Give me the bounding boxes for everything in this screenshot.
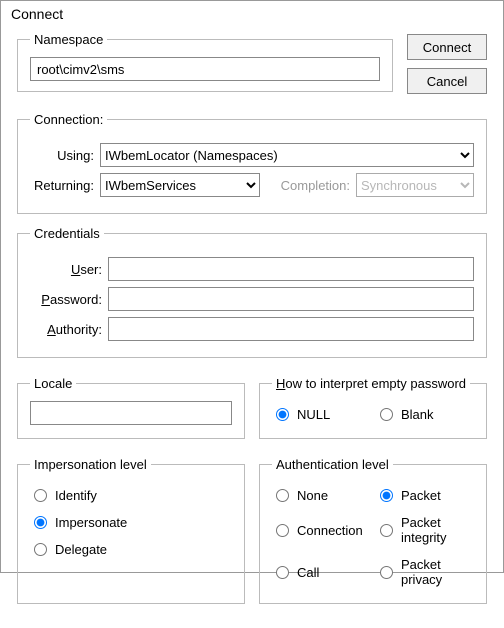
completion-select: Synchronous — [356, 173, 474, 197]
impersonation-group: Impersonation level Identify Impersonate… — [17, 457, 245, 604]
auth-privacy-radio[interactable] — [380, 566, 393, 579]
auth-packet-option[interactable]: Packet — [376, 488, 474, 503]
connect-dialog: Connect Namespace Connect Cancel Connect… — [0, 0, 504, 573]
password-input[interactable] — [108, 287, 474, 311]
using-label: Using: — [30, 148, 100, 163]
auth-integrity-option[interactable]: Packet integrity — [376, 515, 474, 545]
empty-null-radio[interactable] — [276, 408, 289, 421]
connect-button[interactable]: Connect — [407, 34, 487, 60]
locale-legend: Locale — [30, 376, 76, 391]
using-select[interactable]: IWbemLocator (Namespaces) — [100, 143, 474, 167]
authority-input[interactable] — [108, 317, 474, 341]
password-label: Password: — [30, 292, 108, 307]
empty-blank-radio[interactable] — [380, 408, 393, 421]
auth-none-radio[interactable] — [276, 489, 289, 502]
identify-radio[interactable] — [34, 489, 47, 502]
credentials-group: Credentials User: Password: Authority: — [17, 226, 487, 358]
completion-label: Completion: — [260, 178, 356, 193]
authority-label: Authority: — [30, 322, 108, 337]
empty-password-group: How to interpret empty password NULL Bla… — [259, 376, 487, 439]
namespace-group: Namespace — [17, 32, 393, 92]
locale-group: Locale — [17, 376, 245, 439]
auth-call-radio[interactable] — [276, 566, 289, 579]
user-input[interactable] — [108, 257, 474, 281]
namespace-legend: Namespace — [30, 32, 107, 47]
empty-blank-option[interactable]: Blank — [376, 407, 474, 422]
window-title: Connect — [1, 1, 503, 32]
namespace-input[interactable] — [30, 57, 380, 81]
impersonate-option[interactable]: Impersonate — [30, 515, 232, 530]
delegate-radio[interactable] — [34, 543, 47, 556]
locale-input[interactable] — [30, 401, 232, 425]
auth-integrity-radio[interactable] — [380, 524, 393, 537]
empty-null-option[interactable]: NULL — [272, 407, 370, 422]
auth-privacy-option[interactable]: Packet privacy — [376, 557, 474, 587]
auth-level-legend: Authentication level — [272, 457, 393, 472]
user-label: User: — [30, 262, 108, 277]
dialog-body: Namespace Connect Cancel Connection: Usi… — [1, 32, 503, 628]
auth-connection-radio[interactable] — [276, 524, 289, 537]
delegate-option[interactable]: Delegate — [30, 542, 232, 557]
impersonation-legend: Impersonation level — [30, 457, 151, 472]
connection-legend: Connection: — [30, 112, 107, 127]
auth-call-option[interactable]: Call — [272, 557, 370, 587]
auth-none-option[interactable]: None — [272, 488, 370, 503]
auth-connection-option[interactable]: Connection — [272, 515, 370, 545]
impersonate-radio[interactable] — [34, 516, 47, 529]
identify-option[interactable]: Identify — [30, 488, 232, 503]
returning-select[interactable]: IWbemServices — [100, 173, 260, 197]
returning-label: Returning: — [30, 178, 100, 193]
credentials-legend: Credentials — [30, 226, 104, 241]
connection-group: Connection: Using: IWbemLocator (Namespa… — [17, 112, 487, 214]
cancel-button[interactable]: Cancel — [407, 68, 487, 94]
auth-packet-radio[interactable] — [380, 489, 393, 502]
auth-level-group: Authentication level None Packet Connect… — [259, 457, 487, 604]
empty-password-legend: How to interpret empty password — [272, 376, 470, 391]
